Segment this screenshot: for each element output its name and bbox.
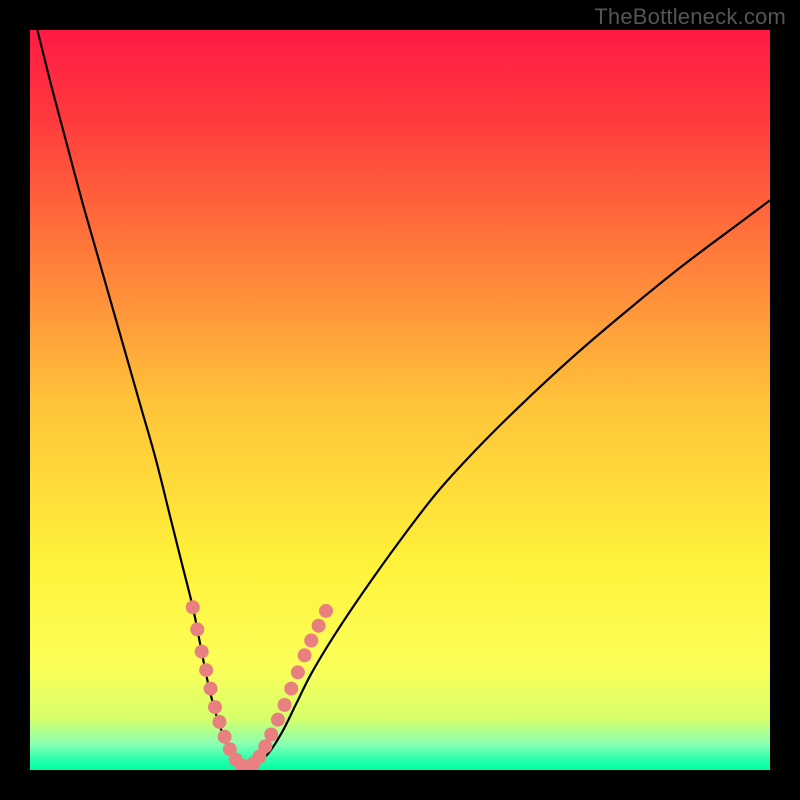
curve-marker [190,622,204,636]
curve-marker [298,648,312,662]
curve-marker [312,619,326,633]
curve-marker [218,730,232,744]
curve-marker [208,700,222,714]
curve-layer [30,30,770,770]
curve-markers-group [186,600,333,770]
curve-marker [284,682,298,696]
plot-area [30,30,770,770]
watermark-text: TheBottleneck.com [594,4,786,30]
curve-marker [319,604,333,618]
curve-marker [304,634,318,648]
curve-marker [278,698,292,712]
curve-marker [204,682,218,696]
curve-marker [199,663,213,677]
curve-marker [291,665,305,679]
chart-container: TheBottleneck.com [0,0,800,800]
curve-marker [195,645,209,659]
curve-marker [271,713,285,727]
curve-marker [258,739,272,753]
curve-marker [186,600,200,614]
curve-marker [212,715,226,729]
curve-marker [264,727,278,741]
bottleneck-curve [37,30,770,768]
